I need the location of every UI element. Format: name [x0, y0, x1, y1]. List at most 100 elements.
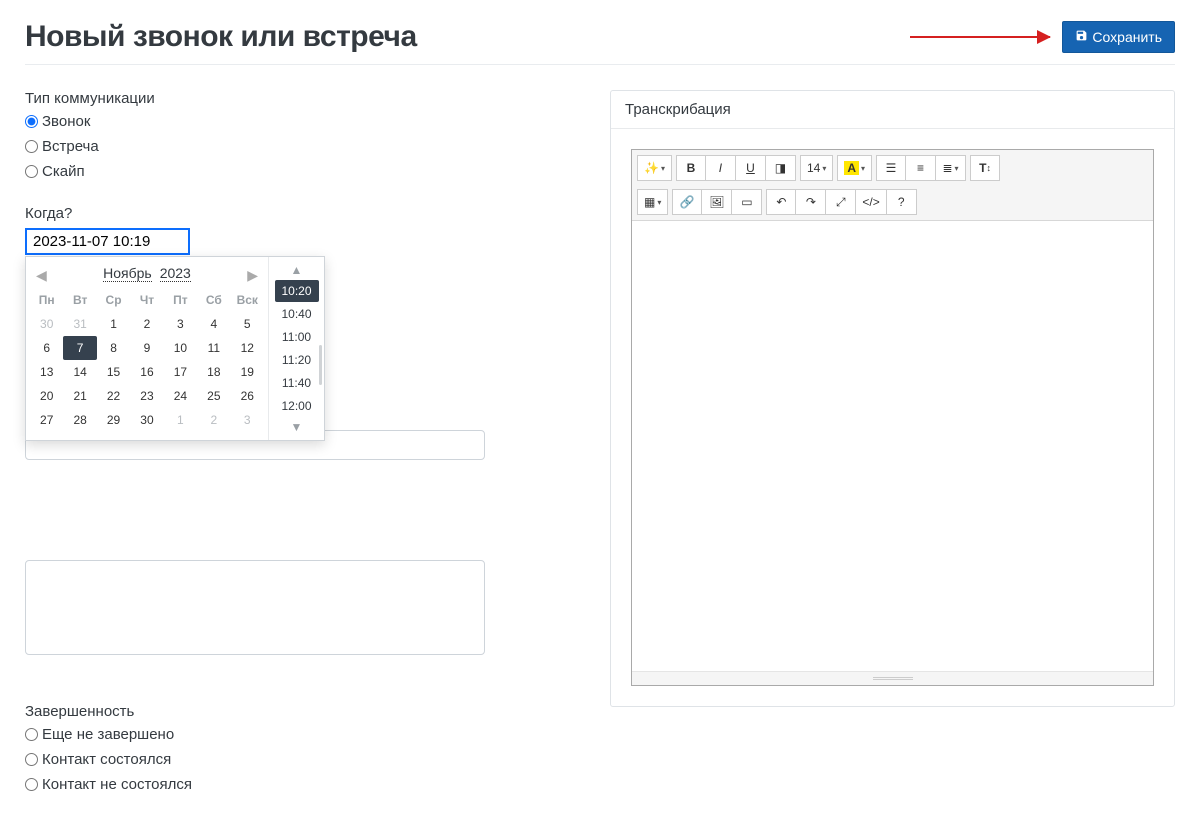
help-icon: ? [898, 195, 905, 209]
calendar-day[interactable]: 14 [63, 360, 96, 384]
calendar-day[interactable]: 6 [30, 336, 63, 360]
time-up-icon[interactable]: ▲ [291, 261, 303, 279]
ul-button[interactable]: ☰ [876, 155, 906, 181]
fullscreen-button[interactable]: ⤢ [826, 189, 856, 215]
calendar-day[interactable]: 11 [197, 336, 230, 360]
bold-button[interactable]: B [676, 155, 706, 181]
completion-option-fail[interactable]: Контакт не состоялся [25, 776, 585, 793]
ol-button[interactable]: ≡ [906, 155, 936, 181]
calendar-day[interactable]: 1 [97, 312, 130, 336]
calendar-day[interactable]: 5 [231, 312, 264, 336]
save-button[interactable]: Сохранить [1062, 21, 1175, 53]
radio-fail-label: Контакт не состоялся [42, 776, 192, 793]
radio-call[interactable] [25, 115, 38, 128]
fontsize-button[interactable]: 14▾ [800, 155, 833, 181]
notes-textarea[interactable] [25, 560, 485, 655]
calendar-day[interactable]: 29 [97, 408, 130, 432]
table-button[interactable]: ▦▾ [637, 189, 668, 215]
align-button[interactable]: ≣▾ [936, 155, 966, 181]
calendar-day[interactable]: 16 [130, 360, 163, 384]
time-slot[interactable]: 10:40 [275, 303, 319, 325]
type-label: Тип коммуникации [25, 90, 585, 107]
radio-skype[interactable] [25, 165, 38, 178]
time-scrollbar[interactable] [319, 345, 322, 385]
redo-button[interactable]: ↷ [796, 189, 826, 215]
calendar-table: ПнВтСрЧтПтСбВск 303112345678910111213141… [30, 288, 264, 432]
calendar-day[interactable]: 31 [63, 312, 96, 336]
underline-button[interactable]: U [736, 155, 766, 181]
erase-button[interactable]: ◨ [766, 155, 796, 181]
calendar-day[interactable]: 12 [231, 336, 264, 360]
link-icon: 🔗 [680, 195, 695, 209]
next-month-icon[interactable]: ▶ [247, 267, 258, 284]
editor-resize-handle[interactable] [632, 671, 1153, 685]
type-option-call[interactable]: Звонок [25, 113, 585, 130]
style-button[interactable]: ✨▾ [637, 155, 672, 181]
eraser-icon: ◨ [775, 161, 786, 175]
calendar-day[interactable]: 21 [63, 384, 96, 408]
dow-header: Вт [63, 288, 96, 312]
time-slot[interactable]: 10:20 [275, 280, 319, 302]
calendar-day[interactable]: 3 [231, 408, 264, 432]
type-option-meeting[interactable]: Встреча [25, 138, 585, 155]
picture-button[interactable]: 🖼 [702, 189, 732, 215]
editor-content[interactable] [632, 221, 1153, 671]
radio-skype-label: Скайп [42, 163, 85, 180]
transcription-title: Транскрибация [611, 91, 1174, 129]
clearformat-button[interactable]: T↕ [970, 155, 1000, 181]
calendar-day[interactable]: 27 [30, 408, 63, 432]
calendar-day[interactable]: 22 [97, 384, 130, 408]
calendar-day[interactable]: 28 [63, 408, 96, 432]
radio-ok[interactable] [25, 753, 38, 766]
calendar-day[interactable]: 4 [197, 312, 230, 336]
code-button[interactable]: </> [856, 189, 886, 215]
completion-option-notdone[interactable]: Еще не завершено [25, 726, 585, 743]
calendar-day[interactable]: 24 [164, 384, 197, 408]
calendar-day[interactable]: 30 [130, 408, 163, 432]
calendar-day[interactable]: 19 [231, 360, 264, 384]
calendar-day[interactable]: 30 [30, 312, 63, 336]
calendar-day[interactable]: 10 [164, 336, 197, 360]
when-input[interactable] [25, 228, 190, 255]
calendar-day[interactable]: 3 [164, 312, 197, 336]
editor-toolbar: ✨▾ B I U ◨ 14▾ [632, 150, 1153, 221]
calendar-day[interactable]: 2 [197, 408, 230, 432]
completion-option-ok[interactable]: Контакт состоялся [25, 751, 585, 768]
calendar-day[interactable]: 23 [130, 384, 163, 408]
calendar-day[interactable]: 8 [97, 336, 130, 360]
expand-icon: ⤢ [836, 195, 846, 210]
prev-month-icon[interactable]: ◀ [36, 267, 47, 284]
redo-icon: ↷ [806, 195, 816, 209]
help-button[interactable]: ? [887, 189, 917, 215]
time-slot[interactable]: 11:40 [275, 372, 319, 394]
radio-meeting[interactable] [25, 140, 38, 153]
calendar-day[interactable]: 15 [97, 360, 130, 384]
link-button[interactable]: 🔗 [672, 189, 702, 215]
radio-notdone[interactable] [25, 728, 38, 741]
calendar-day[interactable]: 2 [130, 312, 163, 336]
italic-button[interactable]: I [706, 155, 736, 181]
calendar-day[interactable]: 7 [63, 336, 96, 360]
color-button[interactable]: A▾ [837, 155, 872, 181]
calendar-day[interactable]: 18 [197, 360, 230, 384]
when-label: Когда? [25, 205, 585, 222]
dow-header: Вск [231, 288, 264, 312]
calendar-day[interactable]: 9 [130, 336, 163, 360]
calendar-month[interactable]: Ноябрь [103, 265, 152, 282]
calendar-day[interactable]: 17 [164, 360, 197, 384]
calendar-day[interactable]: 26 [231, 384, 264, 408]
calendar-day[interactable]: 25 [197, 384, 230, 408]
time-slot[interactable]: 12:00 [275, 395, 319, 417]
calendar-day[interactable]: 20 [30, 384, 63, 408]
radio-fail[interactable] [25, 778, 38, 791]
video-button[interactable]: ▭ [732, 189, 762, 215]
undo-button[interactable]: ↶ [766, 189, 796, 215]
calendar-day[interactable]: 13 [30, 360, 63, 384]
time-slot[interactable]: 11:00 [275, 326, 319, 348]
align-icon: ≣ [942, 161, 952, 175]
calendar-day[interactable]: 1 [164, 408, 197, 432]
calendar-year[interactable]: 2023 [160, 265, 191, 282]
type-option-skype[interactable]: Скайп [25, 163, 585, 180]
time-down-icon[interactable]: ▼ [291, 418, 303, 436]
time-slot[interactable]: 11:20 [275, 349, 319, 371]
